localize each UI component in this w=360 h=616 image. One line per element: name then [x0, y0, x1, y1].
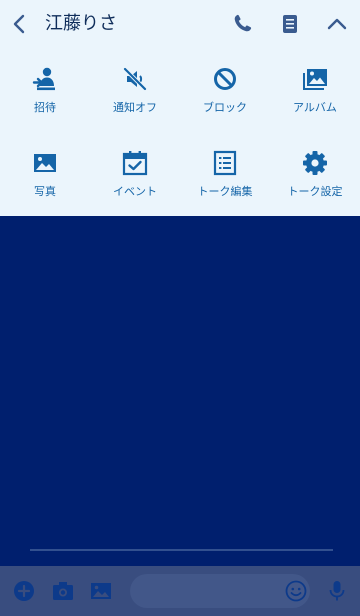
menu-item-edit-talk[interactable]: トーク編集	[180, 132, 270, 216]
note-icon	[283, 15, 297, 33]
phone-icon	[234, 14, 252, 32]
gear-icon	[303, 151, 327, 175]
emoji-button[interactable]	[284, 579, 308, 603]
chat-menu-panel: 招待 通知オフ ブロック アルバム 写真 イベント トーク編集 トーク設定	[0, 48, 360, 216]
menu-item-events[interactable]: イベント	[90, 132, 180, 216]
block-icon	[214, 68, 236, 90]
menu-item-label: 招待	[34, 101, 56, 114]
menu-item-album[interactable]: アルバム	[270, 48, 360, 132]
chevron-left-icon	[13, 14, 25, 34]
camera-button[interactable]	[51, 579, 75, 603]
menu-item-label: トーク編集	[197, 185, 253, 198]
menu-item-label: アルバム	[293, 101, 337, 114]
speaker-mute-icon	[123, 67, 147, 91]
menu-item-photos[interactable]: 写真	[0, 132, 90, 216]
menu-item-label: イベント	[113, 185, 157, 198]
back-button[interactable]	[6, 10, 34, 38]
menu-item-talk-settings[interactable]: トーク設定	[270, 132, 360, 216]
menu-item-label: ブロック	[203, 101, 247, 114]
notes-button[interactable]	[276, 10, 304, 38]
album-icon	[303, 69, 327, 90]
smiley-icon	[285, 580, 307, 602]
photo-icon	[34, 154, 56, 172]
divider	[30, 549, 333, 551]
chevron-up-icon	[327, 18, 347, 30]
add-button[interactable]	[12, 579, 36, 603]
camera-icon	[53, 582, 73, 600]
menu-item-label: トーク設定	[287, 185, 343, 198]
chat-background	[0, 216, 360, 566]
menu-item-mute[interactable]: 通知オフ	[90, 48, 180, 132]
menu-item-label: 通知オフ	[113, 101, 157, 114]
menu-item-block[interactable]: ブロック	[180, 48, 270, 132]
plus-circle-icon	[14, 581, 34, 601]
edit-list-icon	[213, 150, 237, 176]
chat-header: 江藤りさ	[0, 0, 360, 48]
voice-button[interactable]	[325, 579, 349, 603]
microphone-icon	[329, 581, 345, 601]
call-button[interactable]	[228, 10, 256, 38]
menu-item-label: 写真	[34, 185, 56, 198]
menu-item-invite[interactable]: 招待	[0, 48, 90, 132]
invite-user-icon	[32, 67, 55, 91]
image-button[interactable]	[89, 579, 113, 603]
image-icon	[91, 583, 111, 599]
calendar-check-icon	[122, 151, 148, 176]
collapse-menu-button[interactable]	[323, 10, 351, 38]
page-title: 江藤りさ	[45, 13, 117, 34]
message-input[interactable]	[130, 574, 310, 608]
